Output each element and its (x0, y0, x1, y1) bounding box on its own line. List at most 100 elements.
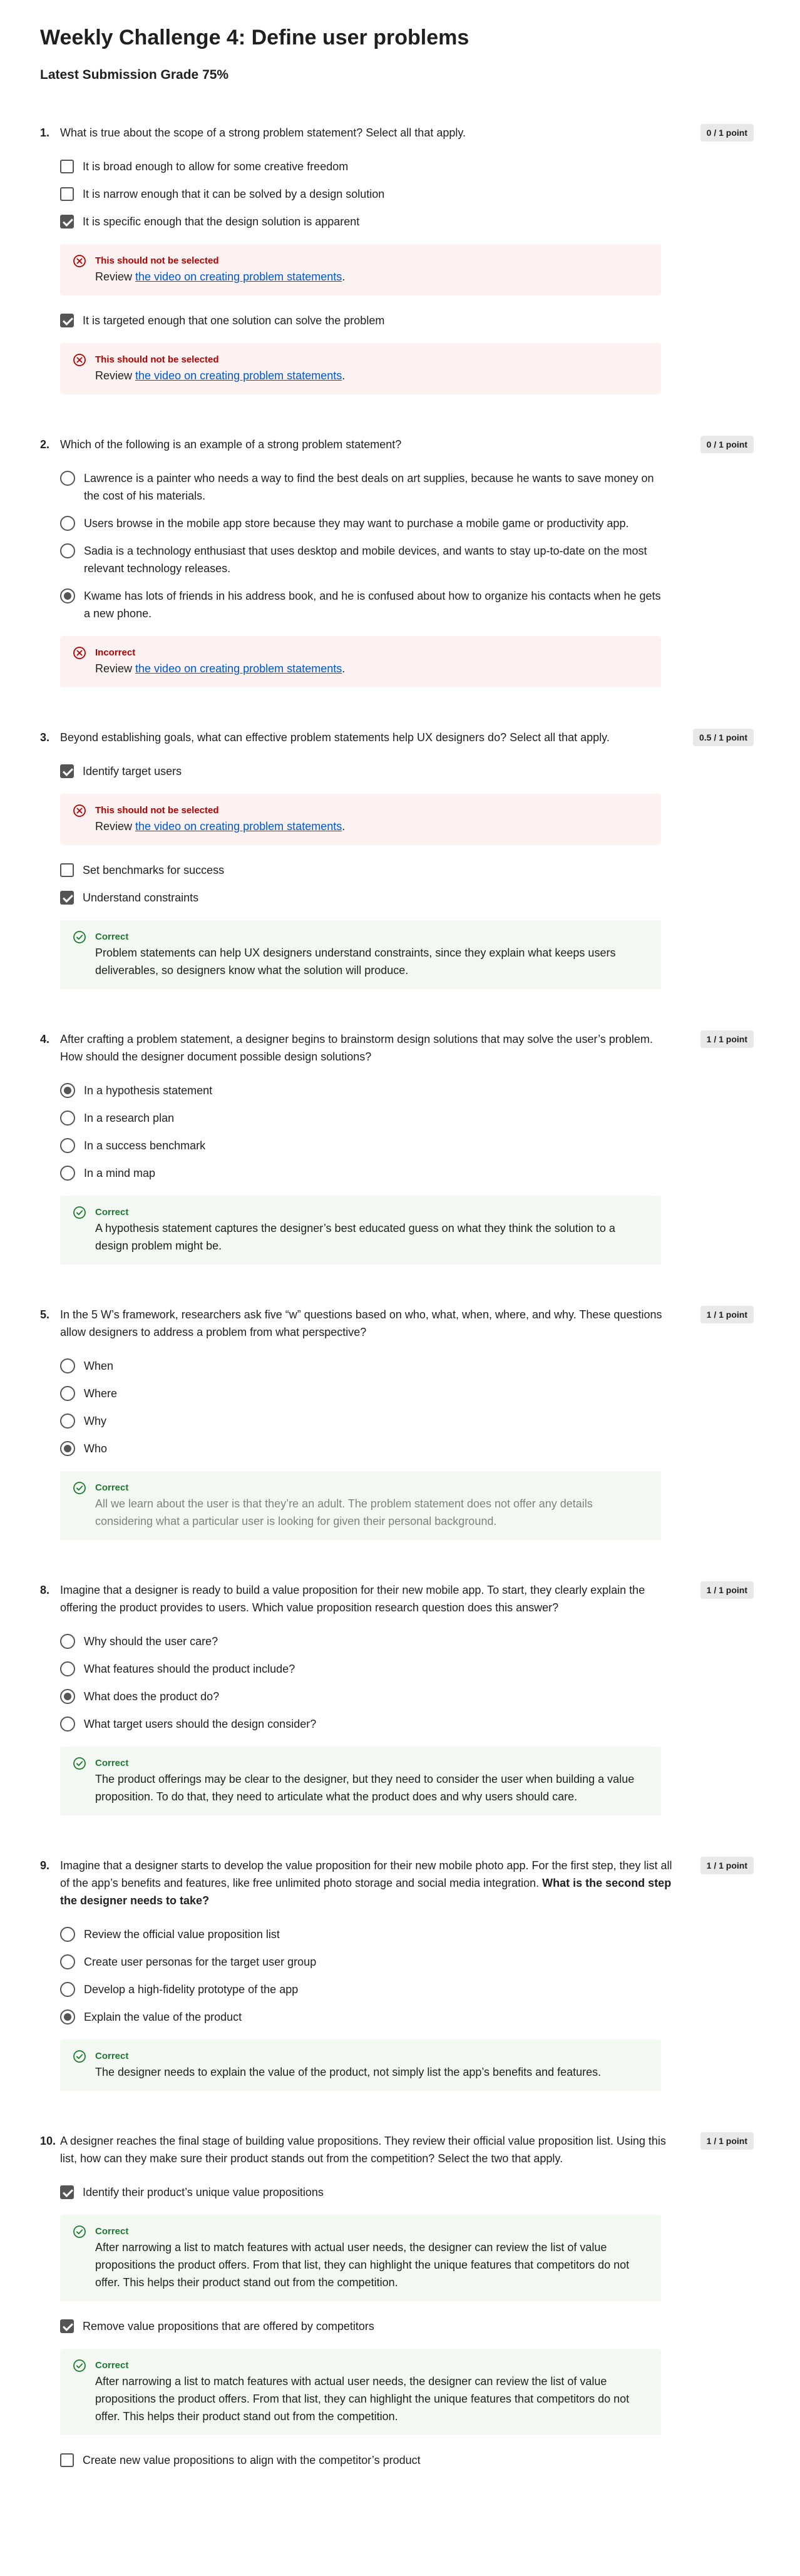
radio-option[interactable]: In a mind map (60, 1159, 661, 1187)
radio-button[interactable] (60, 1689, 75, 1704)
radio-button[interactable] (60, 1138, 75, 1153)
radio-option[interactable]: Kwame has lots of friends in his address… (60, 582, 661, 627)
radio-option[interactable]: In a success benchmark (60, 1132, 661, 1159)
option-label: Develop a high-fidelity prototype of the… (84, 1983, 299, 1996)
radio-button[interactable] (60, 588, 75, 603)
radio-button[interactable] (60, 1414, 75, 1429)
checkbox[interactable] (60, 160, 74, 173)
radio-option[interactable]: Why (60, 1407, 661, 1435)
radio-button[interactable] (60, 1954, 75, 1969)
check-circle-icon (73, 1757, 86, 1770)
radio-option[interactable]: Why should the user care? (60, 1628, 661, 1655)
review-video-link[interactable]: the video on creating problem statements (135, 270, 342, 283)
radio-option[interactable]: Who (60, 1435, 661, 1462)
radio-button[interactable] (60, 516, 75, 531)
checkbox[interactable] (60, 2185, 74, 2199)
radio-button[interactable] (60, 1441, 75, 1456)
radio-option[interactable]: What target users should the design cons… (60, 1710, 661, 1738)
option-label: What features should the product include… (84, 1663, 295, 1675)
checkbox[interactable] (60, 863, 74, 877)
radio-button[interactable] (60, 2009, 75, 2024)
feedback-status: This should not be selected (95, 354, 219, 365)
radio-button[interactable] (60, 1083, 75, 1098)
check-circle-icon (73, 2225, 86, 2239)
question-text-main: What is true about the scope of a strong… (60, 126, 466, 139)
feedback-text: Review the video on creating problem sta… (95, 268, 649, 285)
checkbox-option[interactable]: It is targeted enough that one solution … (60, 307, 661, 334)
feedback-status: Correct (95, 931, 129, 942)
review-suffix: . (342, 369, 346, 382)
radio-button[interactable] (60, 1358, 75, 1373)
answer-options: Lawrence is a painter who needs a way to… (60, 464, 661, 687)
checkbox-option[interactable]: Understand constraints (60, 884, 661, 911)
checkbox-option[interactable]: Identify their product’s unique value pr… (60, 2178, 661, 2206)
radio-option[interactable]: Explain the value of the product (60, 2003, 661, 2031)
radio-option[interactable]: Users browse in the mobile app store bec… (60, 510, 661, 537)
checkbox-option[interactable]: Set benchmarks for success (60, 856, 661, 884)
radio-button[interactable] (60, 1716, 75, 1732)
checkbox-option[interactable]: It is specific enough that the design so… (60, 208, 661, 235)
feedback-status: This should not be selected (95, 805, 219, 816)
question-text: In the 5 W’s framework, researchers ask … (60, 1306, 674, 1341)
feedback-body: Correct After narrowing a list to match f… (95, 2225, 649, 2291)
radio-button[interactable] (60, 1927, 75, 1942)
points-badge: 0 / 1 point (700, 124, 754, 141)
review-video-link[interactable]: the video on creating problem statements (135, 662, 342, 675)
option-label: What does the product do? (84, 1690, 220, 1703)
radio-option[interactable]: Lawrence is a painter who needs a way to… (60, 464, 661, 510)
radio-button[interactable] (60, 1166, 75, 1181)
radio-option[interactable]: Where (60, 1380, 661, 1407)
question-header: 10. A designer reaches the final stage of… (40, 2132, 754, 2167)
radio-button[interactable] (60, 1661, 75, 1676)
checkbox[interactable] (60, 891, 74, 905)
radio-option[interactable]: What does the product do? (60, 1683, 661, 1710)
points-badge: 1 / 1 point (700, 2132, 754, 2150)
radio-option[interactable]: In a hypothesis statement (60, 1077, 661, 1104)
radio-option[interactable]: In a research plan (60, 1104, 661, 1132)
x-circle-icon (73, 804, 86, 818)
option-label: Why (84, 1415, 106, 1427)
radio-button[interactable] (60, 1111, 75, 1126)
feedback-status: Correct (95, 2226, 129, 2237)
option-label: In a research plan (84, 1112, 175, 1124)
feedback-body: This should not be selected Review the vi… (95, 804, 649, 835)
submission-grade: Latest Submission Grade 75% (40, 68, 229, 82)
review-video-link[interactable]: the video on creating problem statements (135, 369, 342, 382)
checkbox[interactable] (60, 314, 74, 327)
option-label: Explain the value of the product (84, 2011, 242, 2023)
checkbox[interactable] (60, 764, 74, 778)
feedback-body: Correct All we learn about the user is th… (95, 1481, 649, 1530)
feedback-status: Correct (95, 1758, 129, 1768)
option-label: Create new value propositions to align w… (83, 2454, 421, 2466)
radio-button[interactable] (60, 1982, 75, 1997)
question-header: 2. Which of the following is an example o… (40, 436, 754, 453)
review-prefix: Review (95, 662, 136, 675)
checkbox-option[interactable]: Create new value propositions to align w… (60, 2446, 661, 2474)
checkbox[interactable] (60, 215, 74, 228)
review-video-link[interactable]: the video on creating problem statements (135, 820, 342, 833)
radio-option[interactable]: Create user personas for the target user… (60, 1948, 661, 1976)
checkbox-option[interactable]: It is broad enough to allow for some cre… (60, 153, 661, 180)
checkbox[interactable] (60, 2453, 74, 2467)
radio-option[interactable]: Sadia is a technology enthusiast that us… (60, 537, 661, 582)
radio-option[interactable]: Review the official value proposition li… (60, 1921, 661, 1948)
checkbox[interactable] (60, 187, 74, 201)
radio-option[interactable]: What features should the product include… (60, 1655, 661, 1683)
radio-option[interactable]: When (60, 1352, 661, 1380)
checkbox-option[interactable]: It is narrow enough that it can be solve… (60, 180, 661, 208)
checkbox[interactable] (60, 2319, 74, 2333)
radio-button[interactable] (60, 1386, 75, 1401)
answer-options: Identify target users This should not be … (60, 757, 661, 989)
checkbox-option[interactable]: Remove value propositions that are offer… (60, 2312, 661, 2340)
radio-button[interactable] (60, 471, 75, 486)
question-number: 3. (40, 731, 50, 744)
option-label: Remove value propositions that are offer… (83, 2320, 374, 2332)
radio-option[interactable]: Develop a high-fidelity prototype of the… (60, 1976, 661, 2003)
radio-button[interactable] (60, 1634, 75, 1649)
radio-button[interactable] (60, 543, 75, 558)
question-text: Imagine that a designer is ready to buil… (60, 1581, 674, 1616)
feedback-text: Review the video on creating problem sta… (95, 660, 649, 677)
feedback-text: The product offerings may be clear to th… (95, 1773, 635, 1803)
checkbox-option[interactable]: Identify target users (60, 757, 661, 785)
question-text: Imagine that a designer starts to develo… (60, 1857, 674, 1909)
